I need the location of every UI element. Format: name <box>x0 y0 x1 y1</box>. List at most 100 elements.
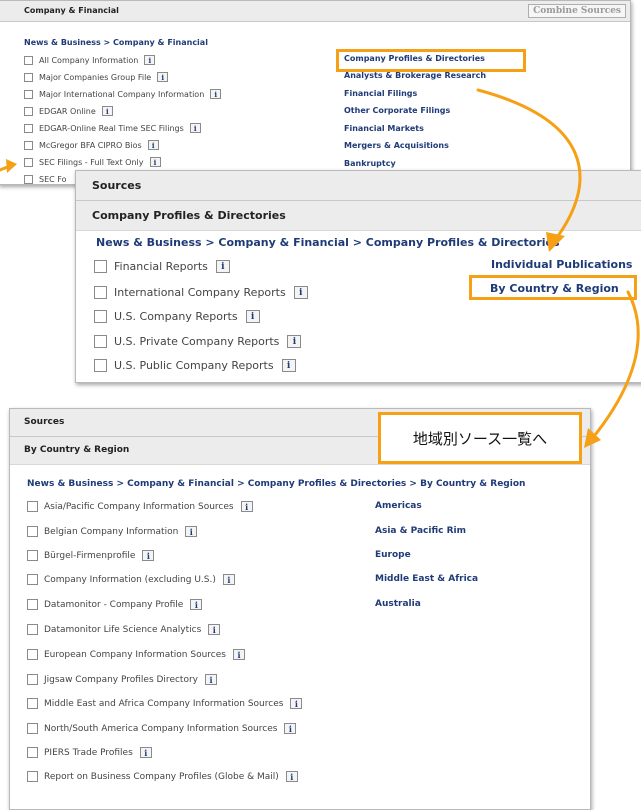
source-label[interactable]: SEC Filings - Full Text Only <box>39 158 144 167</box>
info-icon[interactable]: i <box>204 674 217 685</box>
source-checkbox[interactable] <box>27 698 38 709</box>
source-label[interactable]: Jigsaw Company Profiles Directory <box>44 675 198 685</box>
source-label[interactable]: International Company Reports <box>114 286 286 299</box>
source-item: Financial Reports i <box>94 258 230 274</box>
source-checkbox[interactable] <box>24 157 33 167</box>
breadcrumb[interactable]: News & Business > Company & Financial > … <box>96 236 560 249</box>
source-item: EDGAR Online i <box>24 105 113 117</box>
info-icon[interactable]: i <box>144 55 156 65</box>
source-checkbox[interactable] <box>24 72 33 82</box>
info-icon[interactable]: i <box>232 649 245 660</box>
source-label[interactable]: Major International Company Information <box>39 90 204 99</box>
info-icon[interactable]: i <box>101 106 113 116</box>
info-icon[interactable]: i <box>208 624 221 635</box>
category-link-other-filings[interactable]: Other Corporate Filings <box>344 106 450 115</box>
source-label[interactable]: U.S. Private Company Reports <box>114 335 279 348</box>
source-checkbox[interactable] <box>94 334 107 348</box>
source-label[interactable]: All Company Information <box>39 56 138 65</box>
source-label[interactable]: PIERS Trade Profiles <box>44 748 133 758</box>
info-icon[interactable]: i <box>149 157 161 167</box>
source-label[interactable]: Financial Reports <box>114 260 208 273</box>
info-icon[interactable]: i <box>189 123 201 133</box>
source-label[interactable]: North/South America Company Information … <box>44 724 277 734</box>
source-checkbox[interactable] <box>94 358 107 372</box>
category-link-financial-filings[interactable]: Financial Filings <box>344 89 417 98</box>
info-icon[interactable]: i <box>210 89 222 99</box>
info-icon[interactable]: i <box>293 285 308 299</box>
source-checkbox[interactable] <box>27 747 38 758</box>
source-label[interactable]: Datamonitor - Company Profile <box>44 600 183 610</box>
source-checkbox[interactable] <box>27 574 38 585</box>
info-icon[interactable]: i <box>281 358 296 372</box>
breadcrumb[interactable]: News & Business > Company & Financial > … <box>27 479 525 489</box>
source-label[interactable]: Datamonitor Life Science Analytics <box>44 625 201 635</box>
source-checkbox[interactable] <box>27 723 38 734</box>
by-country-region-panel: Sources By Country & Region News & Busin… <box>9 408 591 810</box>
region-link-middle-east-africa[interactable]: Middle East & Africa <box>375 574 478 584</box>
source-checkbox[interactable] <box>27 674 38 685</box>
info-icon[interactable]: i <box>285 771 298 782</box>
info-icon[interactable]: i <box>240 501 253 512</box>
source-checkbox[interactable] <box>24 174 33 184</box>
source-checkbox[interactable] <box>94 309 107 323</box>
source-checkbox[interactable] <box>24 89 33 99</box>
info-icon[interactable]: i <box>215 259 230 273</box>
info-icon[interactable]: i <box>185 526 198 537</box>
source-label[interactable]: EDGAR-Online Real Time SEC Filings <box>39 124 184 133</box>
info-icon[interactable]: i <box>139 747 152 758</box>
source-label[interactable]: European Company Information Sources <box>44 650 226 660</box>
combine-sources-button[interactable]: Combine Sources <box>528 4 626 18</box>
source-item: Middle East and Africa Company Informati… <box>27 697 303 710</box>
info-icon[interactable]: i <box>245 309 260 323</box>
panel-header: Sources <box>76 171 641 201</box>
source-checkbox[interactable] <box>27 649 38 660</box>
source-label[interactable]: U.S. Company Reports <box>114 310 238 323</box>
source-checkbox[interactable] <box>27 771 38 782</box>
category-link-bankruptcy[interactable]: Bankruptcy <box>344 159 396 168</box>
source-label[interactable]: EDGAR Online <box>39 107 96 116</box>
info-icon[interactable]: i <box>287 334 302 348</box>
source-checkbox[interactable] <box>27 550 38 561</box>
source-checkbox[interactable] <box>27 501 38 512</box>
source-checkbox[interactable] <box>24 106 33 116</box>
source-label[interactable]: U.S. Public Company Reports <box>114 359 274 372</box>
panel-subheader: Company Profiles & Directories <box>76 201 641 231</box>
source-label[interactable]: Major Companies Group File <box>39 73 151 82</box>
source-checkbox[interactable] <box>24 123 33 133</box>
region-link-asia-pacific[interactable]: Asia & Pacific Rim <box>375 526 466 536</box>
breadcrumb[interactable]: News & Business > Company & Financial <box>24 38 208 47</box>
source-item: North/South America Company Information … <box>27 722 297 735</box>
source-label[interactable]: SEC Fo <box>39 175 66 184</box>
source-label[interactable]: Asia/Pacific Company Information Sources <box>44 502 234 512</box>
source-label[interactable]: Report on Business Company Profiles (Glo… <box>44 772 279 782</box>
source-checkbox[interactable] <box>27 624 38 635</box>
category-link-mergers[interactable]: Mergers & Acquisitions <box>344 141 449 150</box>
info-icon[interactable]: i <box>222 574 235 585</box>
category-link-financial-markets[interactable]: Financial Markets <box>344 124 424 133</box>
source-label[interactable]: Belgian Company Information <box>44 527 178 537</box>
source-item: Jigsaw Company Profiles Directory i <box>27 673 217 686</box>
info-icon[interactable]: i <box>157 72 169 82</box>
region-link-americas[interactable]: Americas <box>375 501 422 511</box>
category-link-analysts[interactable]: Analysts & Brokerage Research <box>344 71 486 80</box>
source-label[interactable]: Company Information (excluding U.S.) <box>44 575 216 585</box>
highlight-box <box>469 275 637 300</box>
region-link-australia[interactable]: Australia <box>375 599 421 609</box>
source-checkbox[interactable] <box>24 55 33 65</box>
info-icon[interactable]: i <box>284 723 297 734</box>
source-checkbox[interactable] <box>94 259 107 273</box>
source-checkbox[interactable] <box>94 285 107 299</box>
source-label[interactable]: Middle East and Africa Company Informati… <box>44 699 283 709</box>
info-icon[interactable]: i <box>147 140 159 150</box>
info-icon[interactable]: i <box>142 550 155 561</box>
info-icon[interactable]: i <box>190 599 203 610</box>
company-financial-panel: Company & Financial Combine Sources News… <box>0 0 631 185</box>
info-icon[interactable]: i <box>290 698 303 709</box>
source-label[interactable]: McGregor BFA CIPRO Bios <box>39 141 142 150</box>
region-link-europe[interactable]: Europe <box>375 550 411 560</box>
source-label[interactable]: Bürgel-Firmenprofile <box>44 551 135 561</box>
individual-publications-link[interactable]: Individual Publications <box>491 258 632 271</box>
source-checkbox[interactable] <box>27 599 38 610</box>
source-checkbox[interactable] <box>27 526 38 537</box>
source-checkbox[interactable] <box>24 140 33 150</box>
